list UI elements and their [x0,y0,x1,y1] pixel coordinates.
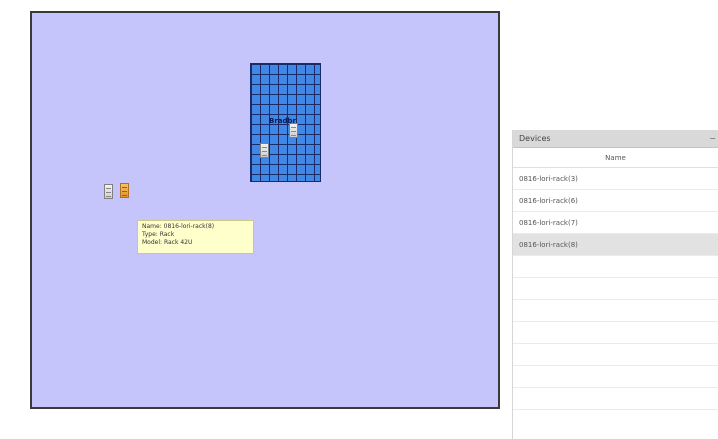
empty-row [513,344,718,366]
floor-plan-canvas[interactable]: Bradbr Name: 0816-lori-rack(8) Type: Rac… [30,11,500,409]
devices-panel: Devices − Name 0816-lori-rack(3) 0816-lo… [512,130,718,439]
rack-tooltip: Name: 0816-lori-rack(8) Type: Rack Model… [137,220,254,254]
devices-panel-title: Devices [519,134,551,143]
rack-icon[interactable] [289,123,298,138]
empty-row [513,300,718,322]
rack-icon-hovered[interactable] [120,183,129,198]
column-header-name[interactable]: Name [513,148,718,168]
rack-icon[interactable] [104,184,113,199]
device-row-selected[interactable]: 0816-lori-rack(8) [513,234,718,256]
tooltip-model: Model: Rack 42U [142,239,193,246]
empty-row [513,256,718,278]
rack-icon[interactable] [260,143,269,158]
zone-grid-area[interactable]: Bradbr [250,63,321,182]
app-root: Bradbr Name: 0816-lori-rack(8) Type: Rac… [0,0,718,439]
tooltip-name: Name: 0816-lori-rack(8) [142,223,215,230]
empty-row [513,278,718,300]
devices-panel-header[interactable]: Devices − [513,130,718,148]
tooltip-type: Type: Rack [142,231,175,238]
empty-row [513,388,718,410]
collapse-icon[interactable]: − [709,130,716,148]
device-name: 0816-lori-rack(3) [519,175,578,183]
device-name: 0816-lori-rack(7) [519,219,578,227]
empty-row [513,366,718,388]
device-row[interactable]: 0816-lori-rack(7) [513,212,718,234]
device-name: 0816-lori-rack(8) [519,241,578,249]
device-row[interactable]: 0816-lori-rack(6) [513,190,718,212]
device-row[interactable]: 0816-lori-rack(3) [513,168,718,190]
device-name: 0816-lori-rack(6) [519,197,578,205]
empty-row [513,322,718,344]
